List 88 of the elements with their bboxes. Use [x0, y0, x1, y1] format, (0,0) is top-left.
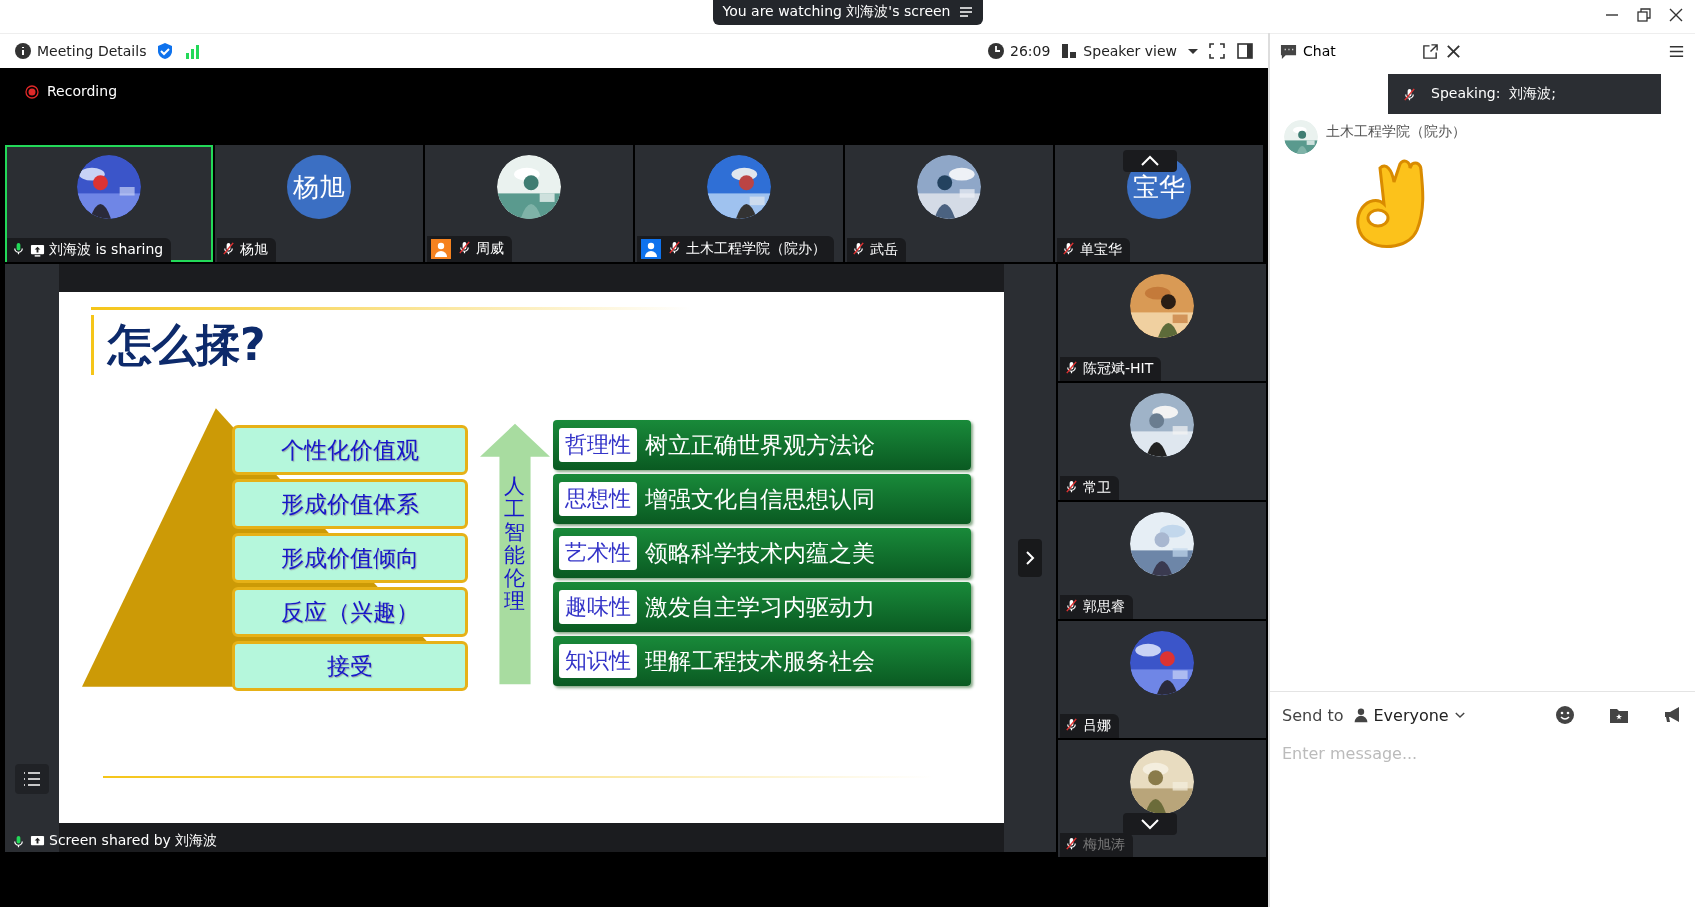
pyramid-level: 反应（兴趣） [232, 587, 468, 637]
viewing-notice[interactable]: You are watching 刘海波's screen [712, 0, 983, 25]
person-icon [1353, 707, 1370, 723]
video-tile[interactable]: 郭思睿 [1058, 502, 1266, 619]
share-label: Screen shared by 刘海波 [11, 832, 218, 850]
close-icon[interactable] [1444, 42, 1462, 60]
send-to-label: Send to [1282, 705, 1344, 725]
arrow-label: 人工智能伦理 [504, 475, 525, 614]
quality-tag: 趣味性 [559, 590, 637, 624]
scroll-down-button[interactable] [1123, 813, 1177, 835]
name-label: 武岳 [847, 238, 906, 262]
video-tile[interactable]: 周威 [425, 145, 633, 262]
pyramid-level: 形成价值倾向 [232, 533, 468, 583]
muted-mic-icon [1402, 86, 1417, 102]
slide-title: 怎么揉? [91, 315, 266, 375]
muted-mic-icon [1064, 598, 1079, 613]
name-label: 周威 [427, 236, 512, 262]
muted-mic-icon [1064, 479, 1079, 494]
name-label: 陈冠斌-HIT [1060, 357, 1162, 381]
video-tile[interactable]: 武岳 [845, 145, 1053, 262]
name-label: 郭思睿 [1060, 595, 1133, 619]
chevron-right-icon [1025, 550, 1035, 566]
meeting-details-button[interactable]: Meeting Details [14, 42, 147, 60]
layout-icon [1060, 42, 1079, 60]
muted-mic-icon [457, 240, 472, 255]
muted-mic-icon [1064, 717, 1079, 732]
mic-icon [11, 241, 26, 256]
record-icon [25, 85, 39, 99]
fullscreen-icon[interactable] [1208, 42, 1226, 60]
chat-title: Chat [1303, 43, 1336, 59]
muted-mic-icon [221, 241, 236, 256]
video-tile[interactable]: 土木工程学院（院办） [635, 145, 843, 262]
scroll-up-button[interactable] [1123, 150, 1177, 172]
muted-mic-icon [851, 241, 866, 256]
video-tile[interactable]: 杨旭 杨旭 [215, 145, 423, 262]
name-label: 常卫 [1060, 476, 1119, 500]
muted-mic-icon [1061, 241, 1076, 256]
initials-avatar: 杨旭 [287, 155, 351, 219]
quality-tag: 思想性 [559, 482, 637, 516]
speaking-banner: Speaking: 刘海波; [1388, 74, 1661, 114]
list-icon [23, 771, 41, 787]
menu-icon [958, 6, 973, 18]
video-tile[interactable]: 吕娜 [1058, 621, 1266, 738]
muted-mic-icon [1064, 360, 1079, 375]
next-button[interactable] [1018, 539, 1042, 577]
quality-text: 树立正确世界观方法论 [645, 430, 875, 460]
emoji-icon[interactable] [1555, 705, 1575, 725]
quality-text: 激发自主学习内驱动力 [645, 592, 875, 622]
pop-out-icon[interactable] [1421, 42, 1439, 60]
quality-text: 领略科学技术内蕴之美 [645, 538, 875, 568]
quality-tag: 哲理性 [559, 428, 637, 462]
info-icon [14, 42, 32, 60]
close-icon[interactable] [1667, 6, 1685, 24]
shield-icon[interactable] [156, 42, 175, 60]
name-label: 单宝华 [1057, 238, 1130, 262]
recording-indicator: Recording [5, 68, 1268, 145]
pyramid-level: 形成价值体系 [232, 479, 468, 529]
muted-mic-icon [1064, 836, 1079, 851]
quality-text: 理解工程技术服务社会 [645, 646, 875, 676]
video-tile[interactable]: 刘海波 is sharing [5, 145, 213, 262]
video-tile[interactable]: 宝华 单宝华 [1055, 145, 1263, 262]
quality-tag: 知识性 [559, 644, 637, 678]
meeting-timer: 26:09 [987, 42, 1051, 60]
chevron-down-icon [1140, 818, 1160, 830]
quality-tag: 艺术性 [559, 536, 637, 570]
list-button[interactable] [15, 764, 49, 794]
name-label: 杨旭 [217, 238, 276, 262]
chat-icon [1280, 42, 1297, 60]
muted-mic-icon [667, 240, 682, 255]
pyramid-level: 个性化价值观 [232, 425, 468, 475]
pyramid-level: 接受 [232, 641, 468, 691]
mic-icon [11, 833, 26, 849]
chevron-up-icon [1140, 155, 1160, 167]
recipient-dropdown[interactable]: Everyone [1353, 705, 1467, 725]
quality-text: 增强文化自信思想认同 [645, 484, 875, 514]
name-label: 土木工程学院（院办） [637, 236, 834, 262]
video-tile[interactable]: 梅旭涛 [1058, 740, 1266, 857]
caret-icon [1188, 48, 1198, 54]
side-panel-icon[interactable] [1236, 42, 1254, 60]
name-label: 刘海波 is sharing [7, 238, 172, 262]
name-label: 梅旭涛 [1060, 833, 1133, 857]
view-dropdown[interactable]: Speaker view [1060, 42, 1198, 60]
message-sender: 土木工程学院（院办） [1326, 123, 1466, 141]
restore-icon[interactable] [1635, 6, 1653, 24]
video-tile[interactable]: 常卫 [1058, 383, 1266, 500]
clock-icon [987, 42, 1005, 60]
video-tile[interactable]: 陈冠斌-HIT [1058, 264, 1266, 381]
name-label: 吕娜 [1060, 714, 1119, 738]
